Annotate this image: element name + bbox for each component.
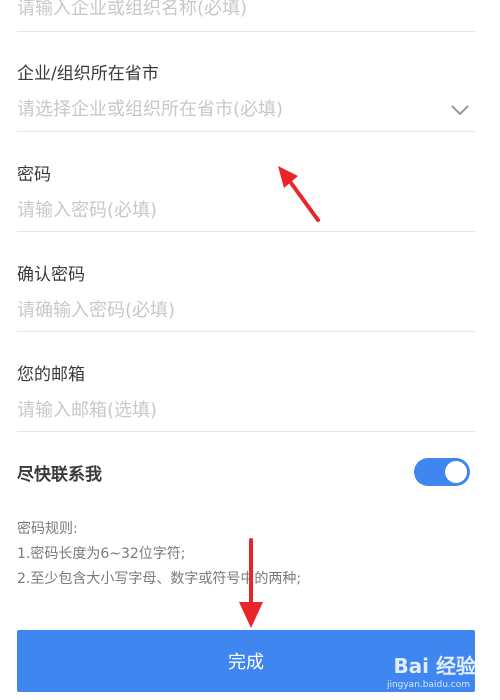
- baidu-watermark-url: jingyan.baidu.com: [386, 680, 470, 690]
- contact-me-label: 尽快联系我: [17, 465, 102, 485]
- divider: [17, 131, 475, 132]
- annotation-arrow-icon: [239, 538, 263, 628]
- org-name-input[interactable]: [17, 0, 475, 25]
- divider: [17, 331, 475, 332]
- email-field: 您的邮箱: [17, 350, 475, 430]
- password-label: 密码: [17, 165, 51, 185]
- password-field: 密码: [17, 150, 475, 230]
- annotation-arrow-icon: [278, 166, 320, 222]
- province-field: 企业/组织所在省市 请选择企业或组织所在省市(必填): [17, 50, 475, 130]
- confirm-password-input[interactable]: [17, 293, 475, 327]
- divider: [17, 231, 475, 232]
- chevron-down-icon[interactable]: [449, 99, 471, 121]
- confirm-password-label: 确认密码: [17, 265, 85, 285]
- email-input[interactable]: [17, 393, 475, 427]
- org-name-field: [17, 0, 475, 31]
- province-select[interactable]: 请选择企业或组织所在省市(必填): [17, 93, 435, 127]
- password-input[interactable]: [17, 193, 475, 227]
- email-label: 您的邮箱: [17, 365, 85, 385]
- confirm-password-field: 确认密码: [17, 250, 475, 330]
- province-label: 企业/组织所在省市: [17, 64, 159, 84]
- baidu-watermark-logo: Bai 经验: [393, 654, 476, 678]
- toggle-knob: [445, 461, 467, 483]
- divider: [17, 31, 475, 32]
- contact-me-toggle[interactable]: [414, 458, 470, 486]
- divider: [17, 431, 475, 432]
